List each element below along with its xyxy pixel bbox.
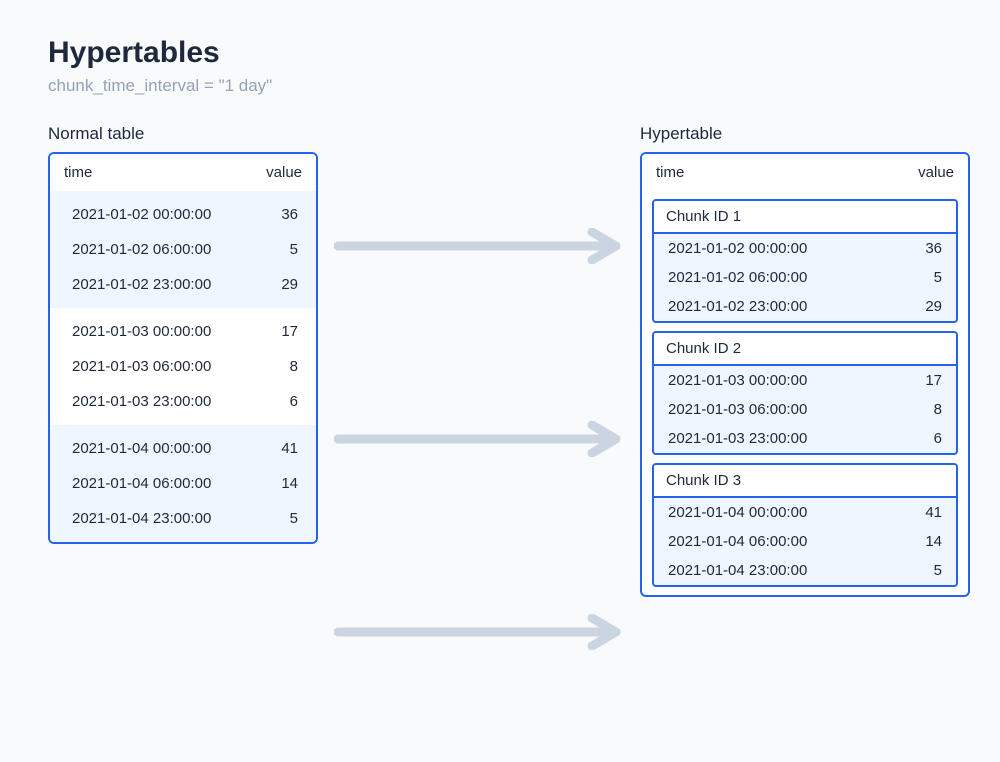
arrows xyxy=(334,124,624,704)
cell-time: 2021-01-03 00:00:00 xyxy=(668,372,807,389)
table-row: 2021-01-03 06:00:00 8 xyxy=(50,349,316,384)
cell-value: 36 xyxy=(270,206,298,223)
chunk: Chunk ID 12021-01-02 00:00:00362021-01-0… xyxy=(652,199,958,323)
cell-time: 2021-01-02 06:00:00 xyxy=(72,241,211,258)
table-group: 2021-01-04 00:00:00 41 2021-01-04 06:00:00… xyxy=(50,425,316,542)
table-row: 2021-01-04 23:00:00 5 xyxy=(50,501,316,536)
cell-time: 2021-01-02 00:00:00 xyxy=(72,206,211,223)
table-row: 2021-01-04 06:00:00 14 xyxy=(50,466,316,501)
diagram: Normal table time value 2021-01-02 00:00… xyxy=(48,124,952,704)
normal-label: Normal table xyxy=(48,124,318,144)
cell-value: 29 xyxy=(270,276,298,293)
cell-value: 14 xyxy=(914,533,942,550)
table-row: 2021-01-02 00:00:00 36 xyxy=(50,197,316,232)
table-row: 2021-01-02 00:00:00 36 xyxy=(654,234,956,263)
table-row: 2021-01-02 06:00:00 5 xyxy=(654,263,956,292)
cell-time: 2021-01-03 23:00:00 xyxy=(668,430,807,447)
col-time: time xyxy=(656,164,684,181)
cell-value: 29 xyxy=(914,298,942,315)
page-title: Hypertables xyxy=(48,36,952,70)
normal-column: Normal table time value 2021-01-02 00:00… xyxy=(48,124,318,544)
cell-time: 2021-01-03 00:00:00 xyxy=(72,323,211,340)
chunk: Chunk ID 22021-01-03 00:00:00172021-01-0… xyxy=(652,331,958,455)
normal-table: time value 2021-01-02 00:00:00362021-01-… xyxy=(48,152,318,544)
chunk-label: Chunk ID 2 xyxy=(654,333,956,366)
cell-value: 8 xyxy=(270,358,298,375)
chunk-label: Chunk ID 1 xyxy=(654,201,956,234)
cell-value: 41 xyxy=(270,440,298,457)
table-row: 2021-01-02 23:00:00 29 xyxy=(654,292,956,321)
table-row: 2021-01-04 23:00:00 5 xyxy=(654,556,956,585)
table-row: 2021-01-04 00:00:00 41 xyxy=(654,498,956,527)
arrow-icon xyxy=(334,228,624,264)
arrow-icon xyxy=(334,421,624,457)
cell-time: 2021-01-04 23:00:00 xyxy=(668,562,807,579)
cell-value: 17 xyxy=(270,323,298,340)
cell-time: 2021-01-04 00:00:00 xyxy=(72,440,211,457)
cell-value: 14 xyxy=(270,475,298,492)
cell-time: 2021-01-03 06:00:00 xyxy=(72,358,211,375)
table-row: 2021-01-02 23:00:00 29 xyxy=(50,267,316,302)
cell-value: 5 xyxy=(270,510,298,527)
hyper-label: Hypertable xyxy=(640,124,970,144)
hyper-column: Hypertable time value Chunk ID 12021-01-… xyxy=(640,124,970,597)
table-row: 2021-01-03 06:00:00 8 xyxy=(654,395,956,424)
cell-value: 17 xyxy=(914,372,942,389)
hyper-table: time value Chunk ID 12021-01-02 00:00:00… xyxy=(640,152,970,597)
col-value: value xyxy=(266,164,302,181)
col-time: time xyxy=(64,164,92,181)
table-row: 2021-01-03 23:00:00 6 xyxy=(654,424,956,453)
table-row: 2021-01-04 00:00:00 41 xyxy=(50,431,316,466)
cell-value: 8 xyxy=(914,401,942,418)
table-row: 2021-01-03 00:00:00 17 xyxy=(654,366,956,395)
hyper-headers: time value xyxy=(642,154,968,191)
cell-time: 2021-01-03 23:00:00 xyxy=(72,393,211,410)
cell-time: 2021-01-04 06:00:00 xyxy=(72,475,211,492)
cell-value: 5 xyxy=(914,269,942,286)
cell-value: 41 xyxy=(914,504,942,521)
table-row: 2021-01-03 23:00:00 6 xyxy=(50,384,316,419)
table-row: 2021-01-04 06:00:00 14 xyxy=(654,527,956,556)
table-row: 2021-01-03 00:00:00 17 xyxy=(50,314,316,349)
cell-value: 36 xyxy=(914,240,942,257)
chunk: Chunk ID 32021-01-04 00:00:00412021-01-0… xyxy=(652,463,958,587)
cell-time: 2021-01-02 06:00:00 xyxy=(668,269,807,286)
table-group: 2021-01-02 00:00:00 36 2021-01-02 06:00:00… xyxy=(50,191,316,308)
cell-time: 2021-01-02 23:00:00 xyxy=(668,298,807,315)
cell-time: 2021-01-02 00:00:00 xyxy=(668,240,807,257)
cell-value: 6 xyxy=(914,430,942,447)
arrow-icon xyxy=(334,614,624,650)
cell-value: 6 xyxy=(270,393,298,410)
cell-time: 2021-01-02 23:00:00 xyxy=(72,276,211,293)
table-group: 2021-01-03 00:00:00 17 2021-01-03 06:00:00… xyxy=(50,308,316,425)
cell-time: 2021-01-03 06:00:00 xyxy=(668,401,807,418)
cell-value: 5 xyxy=(270,241,298,258)
cell-value: 5 xyxy=(914,562,942,579)
cell-time: 2021-01-04 00:00:00 xyxy=(668,504,807,521)
table-row: 2021-01-02 06:00:00 5 xyxy=(50,232,316,267)
cell-time: 2021-01-04 06:00:00 xyxy=(668,533,807,550)
page-subtitle: chunk_time_interval = "1 day" xyxy=(48,76,952,96)
normal-headers: time value xyxy=(50,154,316,191)
col-value: value xyxy=(918,164,954,181)
cell-time: 2021-01-04 23:00:00 xyxy=(72,510,211,527)
chunk-label: Chunk ID 3 xyxy=(654,465,956,498)
